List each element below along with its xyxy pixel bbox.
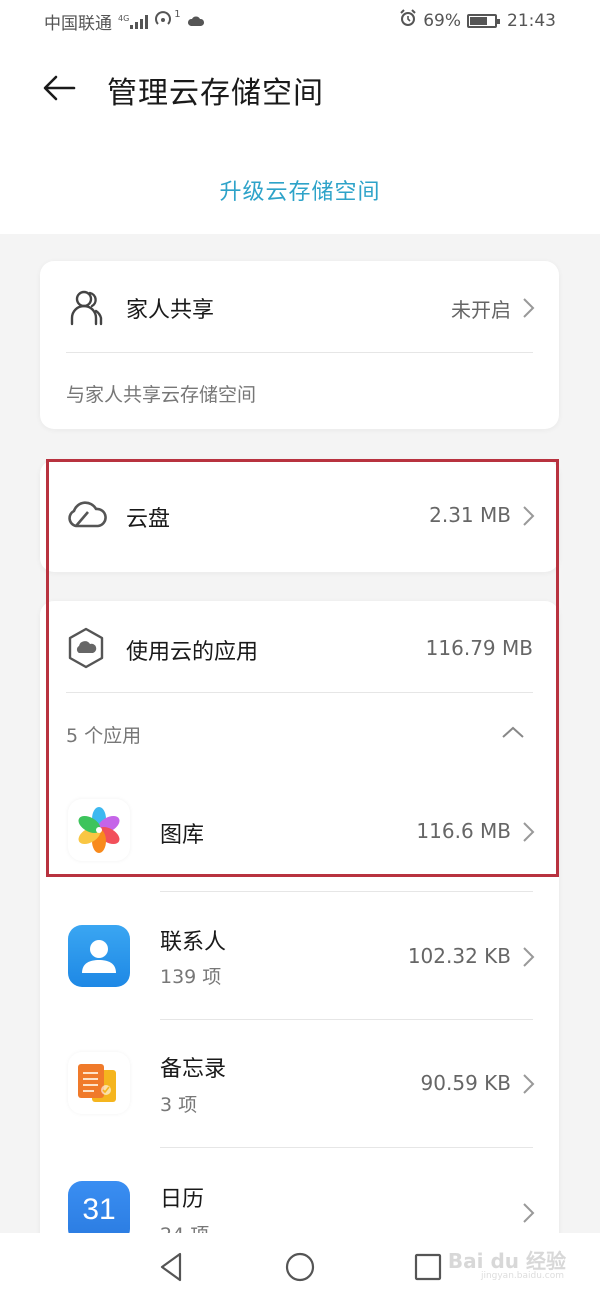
clock: 21:43	[507, 10, 556, 31]
hotspot-count: 1	[174, 9, 181, 20]
header: 管理云存储空间	[0, 58, 600, 118]
chevron-up-icon	[502, 726, 524, 738]
chevron-right-icon	[523, 298, 535, 318]
cloud-apps-size: 116.79 MB	[425, 636, 533, 660]
square-recents-icon	[414, 1253, 442, 1281]
family-share-card: 家人共享 未开启 与家人共享云存储空间	[40, 261, 559, 429]
cloud-apps-row: 使用云的应用 116.79 MB	[40, 601, 559, 693]
app-size: 90.59 KB	[420, 1071, 511, 1095]
hotspot-icon	[154, 10, 174, 33]
page-title: 管理云存储空间	[107, 76, 324, 111]
app-name: 备忘录	[160, 1057, 227, 1082]
cloud-drive-card: 云盘 2.31 MB	[40, 460, 559, 572]
family-share-title: 家人共享	[126, 298, 215, 323]
app-size: 116.6 MB	[416, 819, 511, 843]
chevron-right-icon	[523, 1203, 535, 1223]
app-row-notepad[interactable]: 备忘录 3 项 90.59 KB	[40, 1020, 559, 1148]
cloud-sync-icon	[187, 12, 205, 32]
calendar-day: 31	[82, 1193, 116, 1226]
chevron-right-icon	[523, 506, 535, 526]
family-share-status: 未开启	[451, 298, 511, 322]
watermark-logo: Bai du 经验	[447, 1249, 566, 1273]
battery-icon	[467, 13, 500, 28]
cloud-drive-size: 2.31 MB	[429, 503, 511, 527]
notepad-icon	[68, 1052, 130, 1114]
nav-back-button[interactable]	[156, 1251, 188, 1283]
cloud-drive-title: 云盘	[126, 507, 171, 532]
triangle-back-icon	[160, 1252, 182, 1282]
people-icon	[70, 290, 103, 326]
alarm-icon	[399, 9, 417, 32]
nav-home-button[interactable]	[284, 1251, 316, 1283]
gallery-icon	[68, 799, 130, 861]
app-row-contacts[interactable]: 联系人 139 项 102.32 KB	[40, 892, 559, 1019]
cloud-apps-card: 使用云的应用 116.79 MB 5 个应用 图库 116.6 MB 联系人 1…	[40, 601, 559, 1261]
circle-home-icon	[285, 1252, 315, 1282]
network-type-label: 4G	[118, 13, 130, 23]
app-name: 联系人	[160, 930, 227, 955]
cloud-apps-title: 使用云的应用	[126, 640, 259, 665]
family-share-row[interactable]: 家人共享 未开启	[40, 261, 559, 353]
app-name: 日历	[160, 1187, 205, 1212]
signal-icon: 4G	[118, 13, 149, 29]
battery-percent: 69%	[423, 10, 461, 31]
chevron-right-icon	[523, 822, 535, 842]
chevron-right-icon	[523, 1074, 535, 1094]
upgrade-storage-link[interactable]: 升级云存储空间	[0, 174, 600, 206]
app-count: 3 项	[160, 1094, 198, 1116]
cloud-drive-row[interactable]: 云盘 2.31 MB	[40, 460, 559, 572]
apps-expand-toggle[interactable]: 5 个应用	[40, 693, 559, 773]
status-bar: 中国联通 4G 1 69% 21:43	[0, 0, 600, 40]
divider	[66, 352, 533, 353]
back-button[interactable]	[38, 68, 82, 108]
family-share-description: 与家人共享云存储空间	[66, 384, 257, 406]
contacts-icon	[68, 925, 130, 987]
arrow-left-icon	[43, 75, 76, 101]
watermark-url: jingyan.baidu.com	[480, 1271, 564, 1281]
chevron-right-icon	[523, 947, 535, 967]
app-name: 图库	[160, 823, 205, 848]
cloud-icon	[68, 501, 107, 528]
cloud-hexagon-icon	[68, 627, 104, 669]
app-row-gallery[interactable]: 图库 116.6 MB	[40, 773, 559, 889]
nav-recents-button[interactable]	[412, 1251, 444, 1283]
apps-count-label: 5 个应用	[66, 725, 142, 747]
app-size: 102.32 KB	[407, 944, 511, 968]
app-count: 139 项	[160, 966, 222, 988]
carrier-label: 中国联通	[44, 14, 112, 34]
